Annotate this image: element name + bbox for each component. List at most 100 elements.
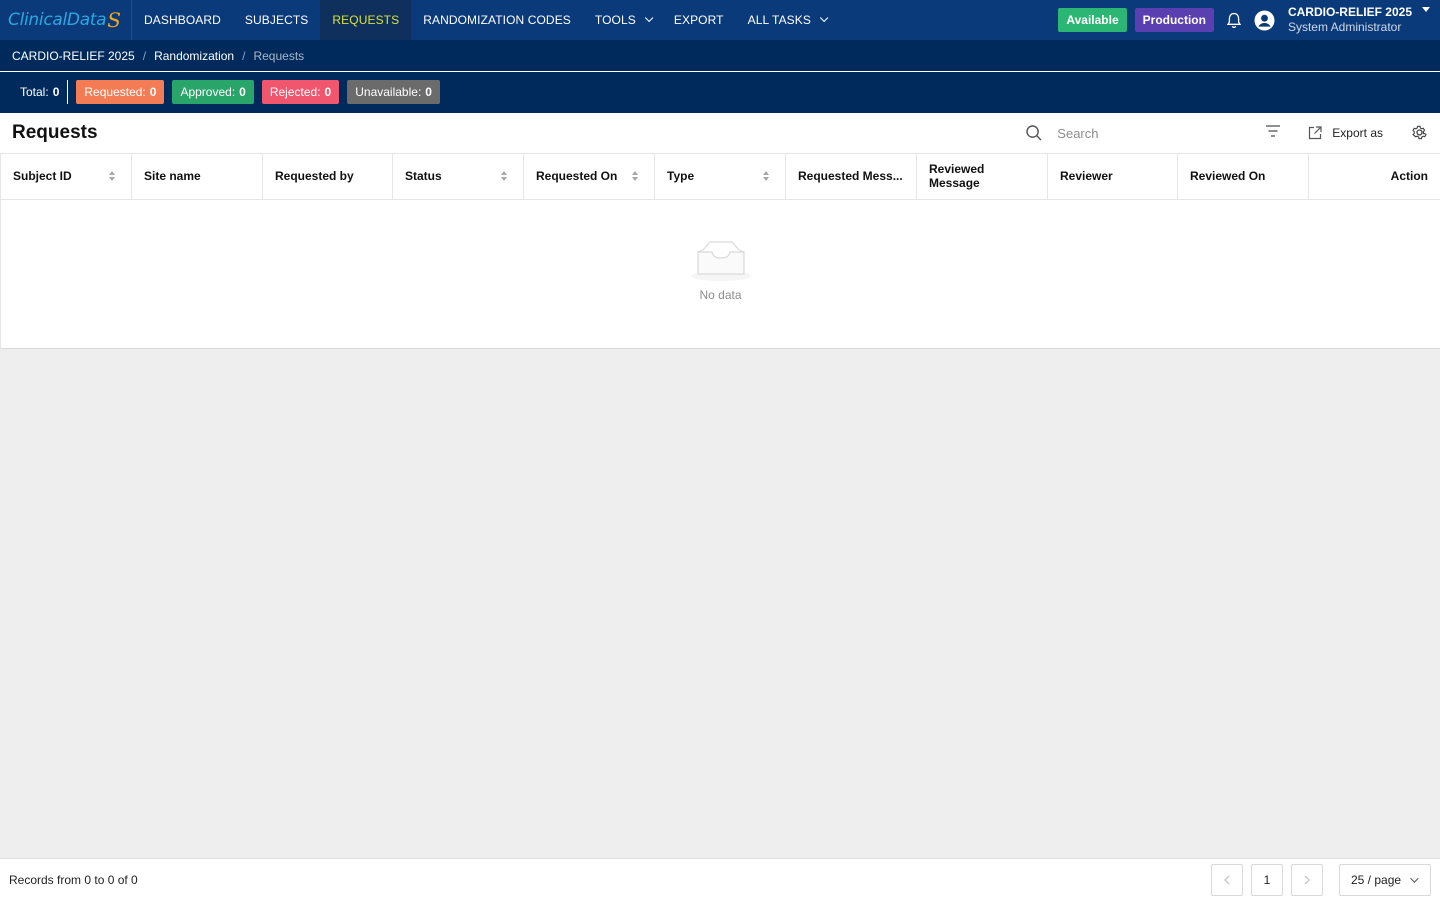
page-number-button[interactable]: 1 xyxy=(1251,863,1283,896)
logo-mark: S xyxy=(107,8,121,32)
stat-approved-value: 0 xyxy=(239,85,246,99)
nav-all-tasks[interactable]: ALL TASKS xyxy=(736,0,837,40)
sort-icon[interactable] xyxy=(763,171,771,183)
breadcrumb-separator: / xyxy=(242,48,246,63)
column-label: Reviewed Message xyxy=(929,162,985,191)
export-button[interactable]: Export as xyxy=(1307,125,1383,141)
page-size-select[interactable]: 25 / page xyxy=(1339,863,1431,896)
column-label: Requested On xyxy=(536,169,618,184)
stat-requested-label: Requested: xyxy=(84,85,146,99)
app-logo[interactable]: ClinicalData S xyxy=(0,0,132,40)
nav-requests[interactable]: REQUESTS xyxy=(320,0,412,40)
nav-dashboard-label: DASHBOARD xyxy=(144,13,221,27)
page-size-value: 25 / page xyxy=(1351,872,1402,887)
sort-icon[interactable] xyxy=(109,171,117,183)
column-label: Reviewer xyxy=(1060,169,1113,184)
stat-requested-value: 0 xyxy=(149,85,157,99)
nav-subjects-label: SUBJECTS xyxy=(244,13,309,27)
column-header-site-name: Site name xyxy=(131,154,263,200)
column-header-reviewed-message: Reviewed Message xyxy=(916,154,1048,200)
requests-table: Subject ID Site name Requested by Status… xyxy=(0,154,1440,200)
empty-state: No data xyxy=(0,199,1440,349)
production-badge: Production xyxy=(1134,8,1214,32)
stat-rejected-label: Rejected: xyxy=(269,85,321,99)
prev-page-button[interactable] xyxy=(1211,863,1243,896)
stat-unavailable-value: 0 xyxy=(425,85,432,99)
logo-text: ClinicalData xyxy=(8,10,107,30)
stat-total: Total: 0 xyxy=(12,80,69,104)
stat-rejected-value: 0 xyxy=(324,85,332,99)
stat-approved-label: Approved: xyxy=(180,85,236,99)
stat-total-label: Total: xyxy=(20,85,49,99)
available-badge: Available xyxy=(1058,8,1127,32)
nav-all-tasks-label: ALL TASKS xyxy=(747,13,811,27)
breadcrumb-separator: / xyxy=(142,48,147,63)
stat-unavailable[interactable]: Unavailable: 0 xyxy=(347,80,440,104)
caret-down-icon[interactable] xyxy=(1422,7,1430,12)
sort-icon[interactable] xyxy=(501,171,509,183)
search-box xyxy=(1025,124,1265,142)
column-label: Subject ID xyxy=(13,169,72,184)
search-icon[interactable] xyxy=(1025,124,1043,142)
chevron-left-icon xyxy=(1224,875,1230,884)
user-role: System Administrator xyxy=(1287,20,1402,34)
column-label: Action xyxy=(1390,169,1428,184)
stat-unavailable-label: Unavailable: xyxy=(355,85,422,99)
status-summary: Total: 0 Requested: 0 Approved: 0 Rejected:… xyxy=(0,72,1440,112)
nav-tools[interactable]: TOOLS xyxy=(583,0,662,40)
project-name: CARDIO-RELIEF 2025 xyxy=(1287,5,1412,19)
column-header-action: Action xyxy=(1308,154,1440,200)
requests-panel: Requests Export as xyxy=(0,113,1440,349)
search-input[interactable] xyxy=(1057,125,1248,141)
sort-icon[interactable] xyxy=(632,171,640,183)
user-menu[interactable]: CARDIO-RELIEF 2025 System Administrator xyxy=(1288,5,1412,35)
column-label: Requested Mess... xyxy=(798,169,903,184)
column-header-reviewed-on: Reviewed On xyxy=(1177,154,1309,200)
nav-tools-label: TOOLS xyxy=(594,13,636,27)
column-label: Site name xyxy=(144,169,201,184)
column-label: Requested by xyxy=(275,169,354,184)
nav-dashboard[interactable]: DASHBOARD xyxy=(132,0,233,40)
bell-icon[interactable] xyxy=(1222,8,1246,32)
chevron-right-icon xyxy=(1304,875,1310,884)
nav-subjects[interactable]: SUBJECTS xyxy=(233,0,320,40)
column-label: Status xyxy=(405,169,442,184)
records-summary: Records from 0 to 0 of 0 xyxy=(9,872,138,887)
page-title: Requests xyxy=(12,122,98,143)
nav-export-label: EXPORT xyxy=(673,13,724,27)
breadcrumb-randomization[interactable]: Randomization xyxy=(154,49,234,63)
chevron-down-icon xyxy=(1410,873,1419,883)
column-header-type[interactable]: Type xyxy=(654,154,786,200)
table-header-row: Subject ID Site name Requested by Status… xyxy=(0,154,1440,200)
column-header-reviewer: Reviewer xyxy=(1047,154,1178,200)
stat-requested[interactable]: Requested: 0 xyxy=(76,80,165,104)
empty-text: No data xyxy=(699,287,742,302)
next-page-button[interactable] xyxy=(1291,863,1323,896)
panel-header: Requests Export as xyxy=(0,113,1440,154)
column-header-status[interactable]: Status xyxy=(392,154,524,200)
nav-export[interactable]: EXPORT xyxy=(662,0,736,40)
breadcrumb-project[interactable]: CARDIO-RELIEF 2025 xyxy=(12,49,135,63)
chevron-down-icon xyxy=(644,13,654,23)
breadcrumb: CARDIO-RELIEF 2025 / Randomization / Req… xyxy=(0,40,1440,72)
user-avatar-icon[interactable] xyxy=(1254,9,1276,31)
stat-rejected[interactable]: Rejected: 0 xyxy=(261,80,340,104)
table-footer: Records from 0 to 0 of 0 1 25 / page xyxy=(0,858,1440,900)
column-header-requested-message: Requested Mess... xyxy=(785,154,917,200)
nav-randomization-codes[interactable]: RANDOMIZATION CODES xyxy=(411,0,583,40)
pagination: 1 25 / page xyxy=(1211,863,1440,896)
column-header-requested-on[interactable]: Requested On xyxy=(523,154,655,200)
stat-total-value: 0 xyxy=(52,85,60,99)
column-header-subject-id[interactable]: Subject ID xyxy=(0,154,132,200)
nav-requests-label: REQUESTS xyxy=(332,13,400,27)
column-label: Reviewed On xyxy=(1190,169,1266,184)
filter-icon[interactable] xyxy=(1265,124,1283,142)
table-toolbar: Export as xyxy=(1025,113,1440,154)
main-nav: DASHBOARD SUBJECTS REQUESTS RANDOMIZATIO… xyxy=(132,0,837,40)
nav-right: Available Production CARDIO-RELIEF 2025 … xyxy=(1058,0,1440,40)
settings-gear-icon[interactable] xyxy=(1411,124,1429,142)
stat-approved[interactable]: Approved: 0 xyxy=(172,80,254,104)
column-label: Type xyxy=(667,169,695,184)
subheader: CARDIO-RELIEF 2025 / Randomization / Req… xyxy=(0,40,1440,113)
top-navbar: ClinicalData S DASHBOARD SUBJECTS REQUEST… xyxy=(0,0,1440,40)
